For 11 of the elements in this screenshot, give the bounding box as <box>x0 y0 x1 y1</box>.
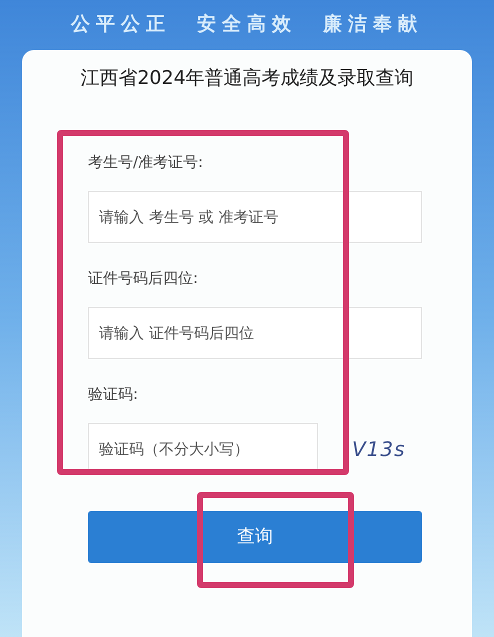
slogan: 安全高效 <box>197 12 297 37</box>
slogan: 公平公正 <box>71 12 171 37</box>
field-label: 考生号/准考证号: <box>88 152 204 172</box>
card-title: 江西省2024年普通高考成绩及录取查询 <box>80 66 414 91</box>
field-label: 验证码: <box>88 384 140 404</box>
input-field[interactable]: 请输入 考生号 或 准考证号 <box>88 190 422 242</box>
field-label: 证件号码后四位: <box>88 268 200 288</box>
query-button[interactable]: 查询 <box>88 510 422 562</box>
input-field[interactable]: 请输入 证件号码后四位 <box>88 306 422 358</box>
captcha-image[interactable]: V13s <box>352 434 406 464</box>
slogan: 廉洁奉献 <box>323 12 423 37</box>
